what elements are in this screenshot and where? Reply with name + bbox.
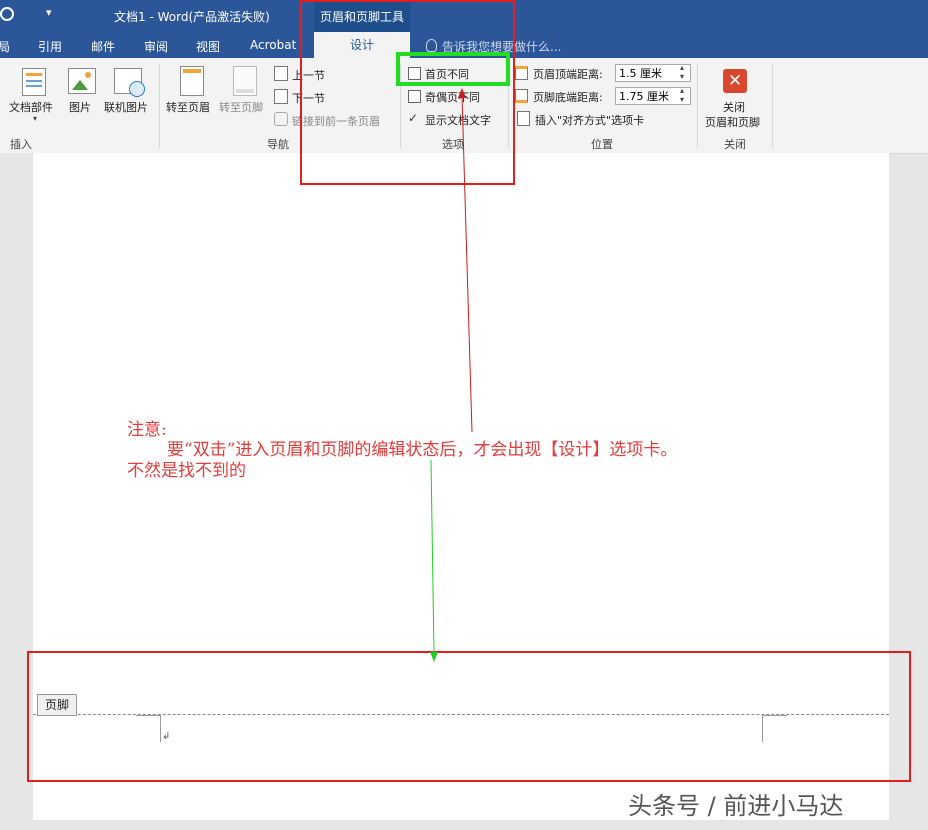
first-page-diff-highlight-box (396, 52, 510, 86)
green-arrow-line (430, 459, 435, 655)
red-arrow-line (461, 95, 473, 433)
annotation-overlay (27, 0, 911, 782)
green-arrowhead (430, 652, 438, 662)
red-arrowhead (458, 88, 466, 98)
watermark: 头条号 / 前进小马达 (628, 792, 844, 820)
design-tab-highlight-box (300, 0, 515, 185)
footer-area-highlight-box (27, 651, 911, 782)
